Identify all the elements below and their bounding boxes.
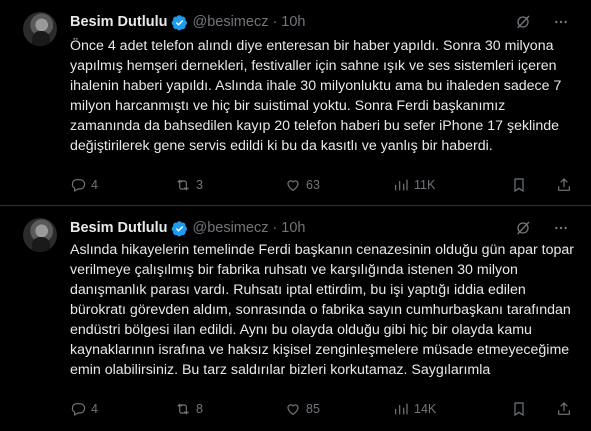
reply-icon (71, 403, 86, 417)
repost-count: 3 (196, 178, 203, 192)
author-handle[interactable]: @besimecz (192, 220, 268, 236)
like-button[interactable]: 63 (285, 175, 320, 195)
reply-button[interactable]: 4 (70, 399, 98, 419)
timestamp[interactable]: 10h (281, 220, 305, 236)
author-handle[interactable]: @besimecz (192, 14, 268, 30)
verified-badge-icon (172, 14, 188, 30)
like-icon (287, 180, 299, 192)
reply-button[interactable]: 4 (70, 175, 98, 195)
reply-count: 4 (91, 402, 98, 416)
views-icon (395, 403, 408, 415)
like-count: 63 (306, 178, 320, 192)
tweet-top-actions (515, 14, 569, 30)
grok-icon[interactable] (515, 220, 531, 236)
reply-icon (71, 179, 86, 193)
separator-dot: · (272, 14, 278, 30)
views-count: 11K (414, 178, 436, 192)
repost-button[interactable]: 3 (175, 175, 203, 195)
views-count: 14K (414, 402, 437, 416)
tweet-actions: 4 3 63 11K (70, 175, 575, 195)
tweet-actions: 4 8 85 14K (70, 399, 575, 419)
share-icon (558, 178, 570, 191)
repost-button[interactable]: 8 (175, 399, 203, 419)
bookmark-icon (514, 178, 524, 193)
repost-icon (177, 403, 189, 415)
share-button[interactable] (556, 175, 572, 195)
author-name[interactable]: Besim Dutlulu (70, 220, 167, 236)
tweet-header: Besim Dutlulu @besimecz · 10h (70, 218, 306, 238)
verified-badge-icon (172, 220, 188, 236)
views-button[interactable]: 11K (393, 175, 435, 195)
bookmark-button[interactable] (511, 399, 527, 419)
avatar[interactable] (23, 12, 57, 46)
more-icon[interactable] (553, 220, 569, 236)
bookmark-button[interactable] (511, 175, 527, 195)
tweet-text: Aslında hikayelerin temelinde Ferdi başk… (70, 242, 574, 378)
repost-icon (177, 179, 189, 191)
author-name[interactable]: Besim Dutlulu (70, 14, 167, 30)
tweet-top-actions (515, 220, 569, 236)
repost-count: 8 (196, 402, 203, 416)
more-icon[interactable] (553, 14, 569, 30)
bookmark-icon (514, 402, 524, 417)
grok-icon[interactable] (515, 14, 531, 30)
tweet-text: Önce 4 adet telefon alındı diye enteresa… (70, 38, 562, 154)
avatar[interactable] (23, 218, 57, 252)
tweet-header: Besim Dutlulu @besimecz · 10h (70, 12, 306, 32)
reply-count: 4 (91, 178, 98, 192)
like-icon (287, 404, 299, 416)
share-icon (558, 402, 570, 415)
views-icon (395, 179, 408, 191)
timestamp[interactable]: 10h (281, 14, 305, 30)
views-button[interactable]: 14K (393, 399, 436, 419)
like-button[interactable]: 85 (285, 399, 320, 419)
tweet-2[interactable]: Besim Dutlulu @besimecz · 10h Aslında hi… (0, 206, 591, 431)
like-count: 85 (306, 402, 320, 416)
share-button[interactable] (556, 399, 572, 419)
tweet-1[interactable]: Besim Dutlulu @besimecz · 10h Önce 4 ade… (0, 0, 591, 205)
separator-dot: · (272, 220, 278, 236)
